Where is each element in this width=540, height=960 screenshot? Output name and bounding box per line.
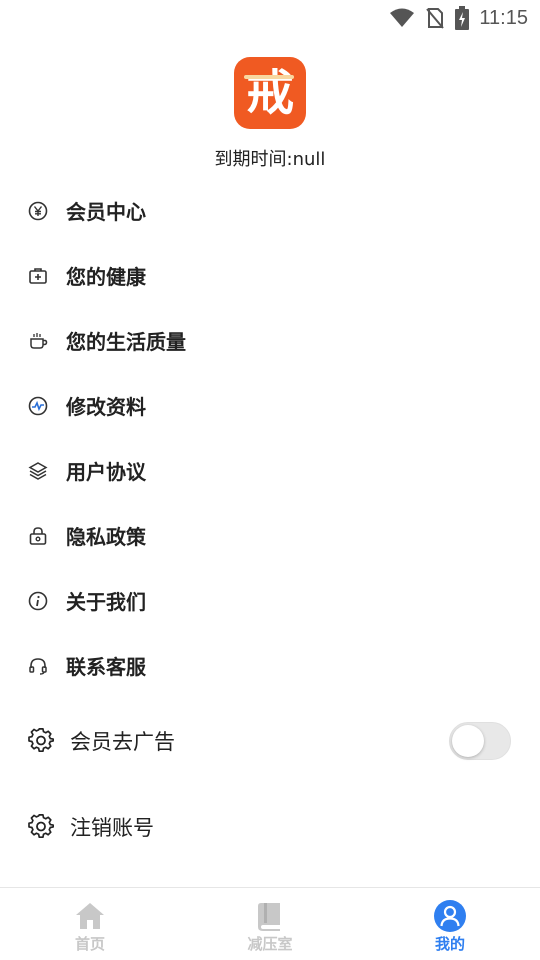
menu-item-label: 您的生活质量	[66, 330, 186, 354]
menu-item-life-quality[interactable]: 您的生活质量	[0, 308, 540, 373]
setting-cancel-account[interactable]: 注销账号	[0, 792, 540, 862]
menu-item-label: 联系客服	[66, 655, 146, 679]
toggle-knob	[452, 725, 484, 757]
menu-item-member-center[interactable]: 会员中心	[0, 178, 540, 243]
menu-item-user-agreement[interactable]: 用户协议	[0, 438, 540, 503]
setting-remove-ads: 会员去广告	[0, 706, 540, 776]
user-icon	[434, 900, 466, 932]
menu-item-about-us[interactable]: 关于我们	[0, 568, 540, 633]
home-icon	[76, 903, 104, 929]
menu-item-health[interactable]: 您的健康	[0, 243, 540, 308]
headset-icon	[28, 656, 48, 676]
menu-item-label: 您的健康	[66, 265, 146, 289]
status-icons: 11:15	[389, 6, 528, 30]
menu-item-edit-profile[interactable]: 修改资料	[0, 373, 540, 438]
expire-time-text: 到期时间:null	[214, 149, 326, 170]
bottom-nav: 首页 减压室 我的	[0, 887, 540, 960]
yen-circle-icon	[28, 201, 48, 221]
nav-label: 首页	[74, 935, 105, 953]
status-bar: 11:15	[0, 0, 540, 36]
status-time: 11:15	[479, 6, 528, 29]
menu-item-label: 修改资料	[66, 395, 146, 419]
menu-item-label: 关于我们	[66, 590, 146, 614]
coffee-cup-icon	[28, 331, 48, 351]
medical-kit-icon	[28, 266, 48, 286]
cancel-account-label: 注销账号	[70, 816, 154, 840]
app-logo: 戒	[234, 57, 306, 129]
menu-item-label: 用户协议	[66, 460, 146, 484]
book-icon	[258, 903, 280, 931]
lock-icon	[28, 526, 48, 546]
remove-ads-label: 会员去广告	[70, 730, 175, 754]
pulse-circle-icon	[28, 396, 48, 416]
nav-label: 减压室	[247, 935, 293, 953]
nav-item-decompress[interactable]: 减压室	[180, 888, 360, 960]
gear-icon	[28, 814, 55, 840]
info-circle-icon	[28, 591, 48, 611]
no-sim-icon	[426, 8, 445, 29]
wifi-icon	[390, 8, 415, 27]
remove-ads-toggle[interactable]	[449, 722, 511, 760]
gear-icon	[28, 728, 55, 754]
logo-cigarette	[244, 75, 294, 79]
menu-item-contact-support[interactable]: 联系客服	[0, 633, 540, 698]
nav-label: 我的	[434, 935, 465, 953]
battery-charging-icon	[455, 6, 470, 30]
menu-item-privacy-policy[interactable]: 隐私政策	[0, 503, 540, 568]
nav-item-mine[interactable]: 我的	[360, 888, 540, 960]
menu-item-label: 会员中心	[66, 200, 146, 224]
nav-item-home[interactable]: 首页	[0, 888, 180, 960]
layers-icon	[28, 461, 48, 481]
menu-item-label: 隐私政策	[66, 525, 146, 549]
